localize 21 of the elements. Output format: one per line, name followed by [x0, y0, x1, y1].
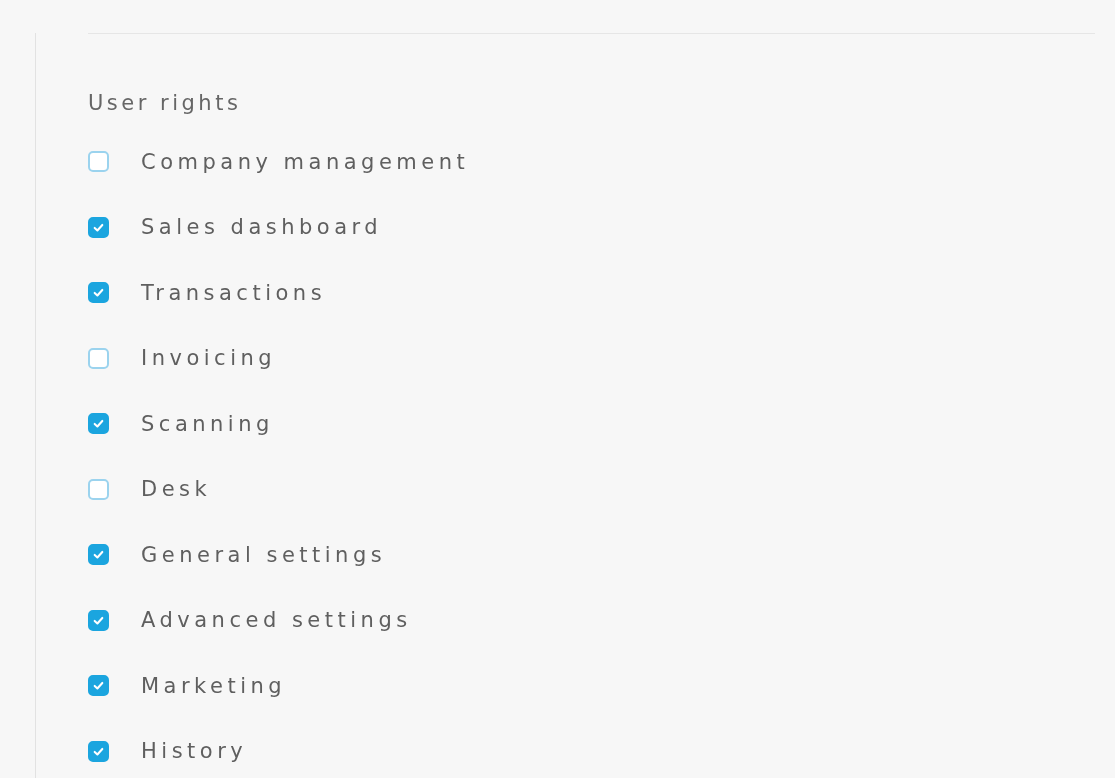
checkbox[interactable] — [88, 478, 109, 500]
checkbox-label: Transactions — [141, 280, 327, 305]
checkbox[interactable] — [88, 413, 109, 435]
checkbox-label: Sales dashboard — [141, 215, 383, 240]
checkbox-label: General settings — [141, 542, 387, 567]
checkbox[interactable] — [88, 151, 109, 173]
checkbox-label: Scanning — [141, 411, 274, 436]
checkbox-label: Company management — [141, 149, 470, 174]
checkbox[interactable] — [88, 740, 109, 762]
checkbox[interactable] — [88, 216, 109, 238]
checkbox[interactable] — [88, 347, 109, 369]
checkbox[interactable] — [88, 282, 109, 304]
checkbox-label: Marketing — [141, 673, 287, 698]
checkbox-label: Invoicing — [141, 346, 277, 371]
checkbox[interactable] — [88, 675, 109, 697]
checkbox[interactable] — [88, 544, 109, 566]
section-title: User rights — [88, 90, 243, 116]
checkbox-label: Advanced settings — [141, 608, 412, 633]
checkbox[interactable] — [88, 609, 109, 631]
checkbox-label: History — [141, 739, 248, 764]
checkbox-label: Desk — [141, 477, 212, 502]
